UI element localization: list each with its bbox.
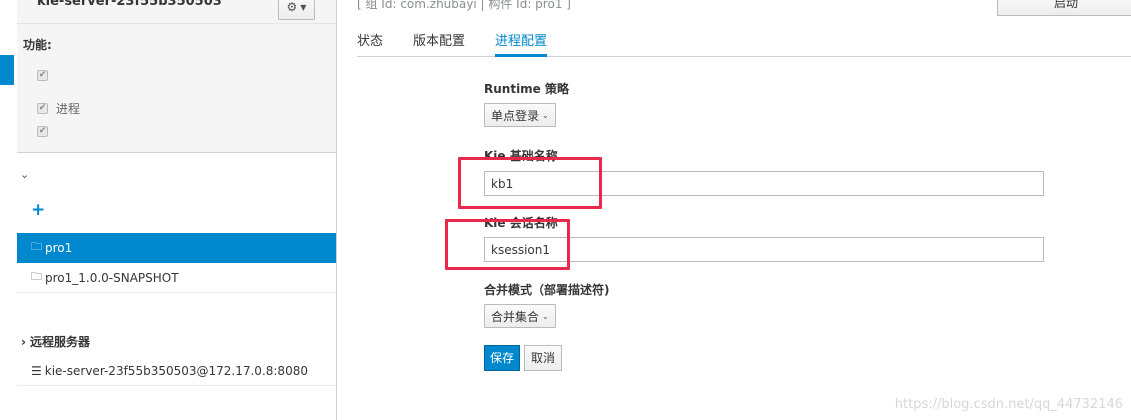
tab-bar: 状态 版本配置 进程配置 xyxy=(357,28,1131,57)
merge-mode-label: 合并模式（部署描述符) xyxy=(484,283,610,297)
watermark-text: https://blog.csdn.net/qq_44732146 xyxy=(894,397,1123,412)
group-artifact-info: [ 组 Id: com.zhubayi | 构件 Id: pro1 ] xyxy=(357,0,571,11)
gear-icon: ⚙ xyxy=(286,0,298,14)
start-button[interactable]: 启动 xyxy=(997,0,1131,16)
left-nav-edge xyxy=(0,0,17,420)
remote-server-item[interactable]: ☰ kie-server-23f55b350503@172.17.0.8:808… xyxy=(17,356,336,386)
feature-item[interactable]: ✔ 进程 xyxy=(37,100,80,117)
folder-icon: 🗀 xyxy=(31,240,42,253)
container-item[interactable]: 🗀 pro1 xyxy=(17,233,336,263)
server-settings-button[interactable]: ⚙ ▼ xyxy=(278,0,315,20)
container-label: pro1 xyxy=(45,240,73,255)
chevron-down-icon: ⌄ xyxy=(542,110,549,120)
features-panel: 功能: ✔ ✔ 进程 ✔ xyxy=(17,23,336,153)
chevron-down-icon: ▼ xyxy=(300,2,307,12)
features-title: 功能: xyxy=(23,38,52,52)
remote-servers-label: 远程服务器 xyxy=(29,335,90,349)
remote-server-label: kie-server-23f55b350503@172.17.0.8:8080 xyxy=(44,363,308,378)
merge-mode-dropdown[interactable]: 合并集合 ⌄ xyxy=(484,304,556,328)
tab-status[interactable]: 状态 xyxy=(357,28,383,57)
runtime-strategy-label: Runtime 策略 xyxy=(484,82,569,96)
main-panel: [ 组 Id: com.zhubayi | 构件 Id: pro1 ] 启动 状… xyxy=(337,0,1131,420)
server-name: kie-server-23f55b350503 xyxy=(37,0,222,9)
runtime-strategy-value: 单点登录 xyxy=(491,108,540,123)
container-item[interactable]: 🗀 pro1_1.0.0-SNAPSHOT xyxy=(17,263,336,293)
merge-mode-value: 合并集合 xyxy=(491,309,540,324)
server-icon: ☰ xyxy=(31,363,42,378)
remote-servers-title[interactable]: › 远程服务器 xyxy=(21,333,90,350)
cancel-button[interactable]: 取消 xyxy=(524,345,562,371)
feature-label: 进程 xyxy=(56,102,81,116)
runtime-strategy-dropdown[interactable]: 单点登录 ⌄ xyxy=(484,103,556,127)
container-label: pro1_1.0.0-SNAPSHOT xyxy=(45,270,179,285)
chevron-down-icon[interactable]: ⌄ xyxy=(20,168,29,181)
server-sidebar: kie-server-23f55b350503 ⚙ ▼ 功能: ✔ ✔ 进程 ✔… xyxy=(17,0,337,420)
checkbox-checked-icon[interactable]: ✔ xyxy=(37,126,48,137)
chevron-down-icon: ⌄ xyxy=(542,311,549,321)
checkbox-checked-icon[interactable]: ✔ xyxy=(37,103,48,114)
tab-version-config[interactable]: 版本配置 xyxy=(413,28,465,57)
tab-process-config[interactable]: 进程配置 xyxy=(495,28,548,57)
add-container-icon[interactable]: + xyxy=(31,200,45,220)
checkbox-checked-icon[interactable]: ✔ xyxy=(37,70,48,81)
server-header: kie-server-23f55b350503 ⚙ ▼ xyxy=(17,0,336,23)
annotation-highlight xyxy=(445,219,570,270)
feature-item[interactable]: ✔ xyxy=(37,70,56,81)
folder-icon: 🗀 xyxy=(31,270,42,283)
feature-item[interactable]: ✔ xyxy=(37,126,56,137)
annotation-highlight xyxy=(458,157,602,209)
save-button[interactable]: 保存 xyxy=(484,345,520,371)
chevron-right-icon: › xyxy=(21,334,26,349)
nav-active-indicator xyxy=(0,55,14,85)
